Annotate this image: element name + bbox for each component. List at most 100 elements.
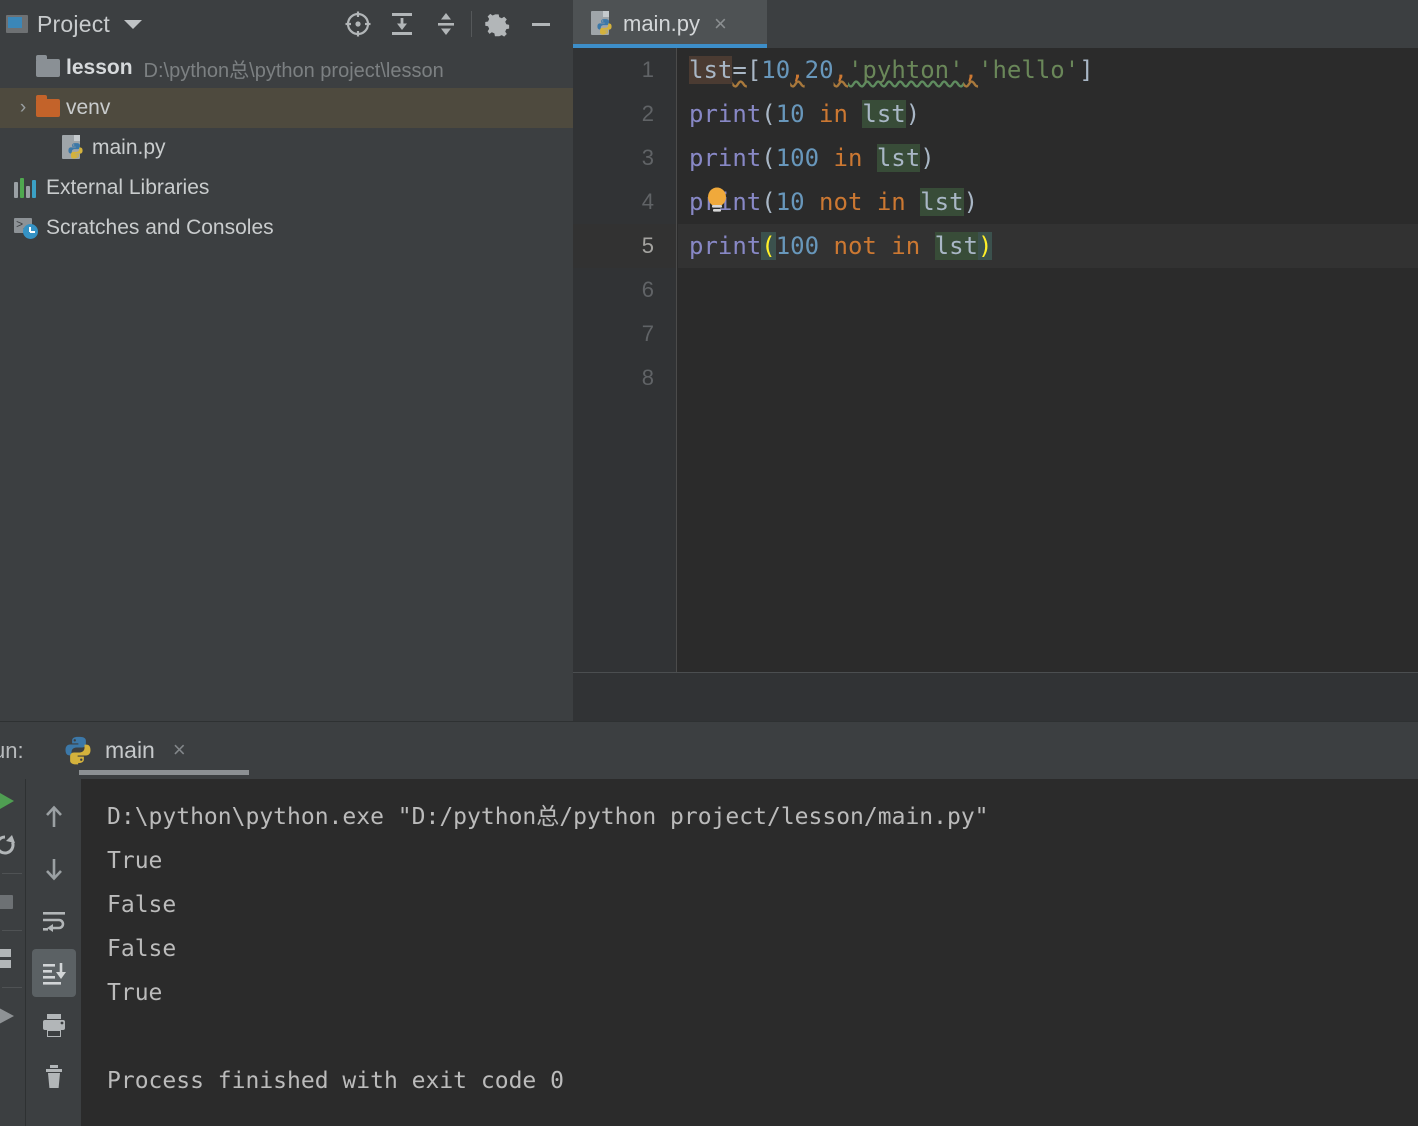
tree-item-label: Scratches and Consoles xyxy=(46,216,274,239)
code-line-5[interactable]: print(100 not in lst) xyxy=(678,224,1418,268)
console-line: False xyxy=(107,892,177,918)
tree-item-venv[interactable]: › venv xyxy=(0,88,573,128)
editor-tab-bar: main.py × xyxy=(573,0,1418,48)
crosshair-target-icon xyxy=(345,11,371,37)
tree-item-scratches-consoles[interactable]: >_ Scratches and Consoles xyxy=(0,208,573,248)
scroll-up-button[interactable] xyxy=(32,793,76,841)
code-editor[interactable]: 1 2 3 4 5 6 7 8 lst=[10,20,'pyhton','hel… xyxy=(573,48,1418,672)
console-line: True xyxy=(107,980,163,1006)
token-number: 20 xyxy=(804,56,834,84)
project-panel-header: Project xyxy=(0,0,573,48)
tree-item-main-py[interactable]: main.py xyxy=(0,128,573,168)
project-title-group[interactable]: Project xyxy=(0,11,142,38)
token-identifier: lst xyxy=(876,144,921,172)
pycharm-window: Project lesson D:\python总\python project… xyxy=(0,0,1418,1126)
console-toolbar xyxy=(25,779,81,1126)
lightbulb-icon[interactable] xyxy=(705,186,729,216)
run-tool-window: un: main × xyxy=(0,721,1418,1126)
minimize-icon xyxy=(532,23,550,26)
line-number: 2 xyxy=(641,101,654,126)
console-line: D:\python\python.exe "D:/python总/python … xyxy=(107,804,989,830)
line-number: 8 xyxy=(641,365,654,390)
token-identifier: lst xyxy=(920,188,964,216)
collapse-all-icon xyxy=(438,13,454,35)
code-line-3[interactable]: print(100 in lst) xyxy=(678,136,1418,180)
tree-item-external-libraries[interactable]: External Libraries xyxy=(0,168,573,208)
project-path-label: D:\python总\python project\lesson xyxy=(143,59,444,82)
scroll-to-end-button[interactable] xyxy=(31,949,76,997)
token-bracket-match: ( xyxy=(761,232,776,260)
console-line: True xyxy=(107,848,163,874)
project-window-icon xyxy=(6,15,28,33)
stop-button[interactable] xyxy=(0,880,24,924)
code-line-4[interactable]: print(10 not in lst) xyxy=(678,180,1418,224)
project-panel-title: Project xyxy=(37,10,110,37)
project-tree: lesson D:\python总\python project\lesson … xyxy=(0,48,573,248)
token-number: 10 xyxy=(775,188,805,216)
code-content[interactable]: lst=[10,20,'pyhton','hello'] print(10 in… xyxy=(678,48,1418,672)
token-bracket: ( xyxy=(761,100,776,128)
code-line-7[interactable] xyxy=(678,312,1418,356)
toolbar-separator xyxy=(471,11,472,37)
chevron-right-icon[interactable]: › xyxy=(10,97,36,119)
token-bracket: [ xyxy=(746,56,762,84)
run-button[interactable] xyxy=(0,779,24,823)
collapse-all-button[interactable] xyxy=(424,4,468,44)
run-panel-header: un: main × xyxy=(0,721,1418,779)
printer-icon xyxy=(42,1014,65,1037)
token-bracket: ) xyxy=(963,188,979,216)
code-line-1[interactable]: lst=[10,20,'pyhton','hello'] xyxy=(678,48,1418,92)
tree-item-label: main.py xyxy=(92,136,166,159)
arrow-down-icon xyxy=(45,859,62,881)
token-function: p xyxy=(689,188,704,216)
token-comma: , xyxy=(790,56,805,84)
folder-orange-icon xyxy=(36,95,66,117)
line-number: 1 xyxy=(641,57,654,82)
folder-gray-icon xyxy=(36,55,66,77)
python-logo-icon xyxy=(68,143,83,159)
print-button[interactable] xyxy=(32,1001,76,1049)
chevron-down-icon[interactable] xyxy=(123,19,142,29)
select-opened-file-button[interactable] xyxy=(336,4,380,44)
token-keyword: not in xyxy=(819,232,935,260)
code-line-8[interactable] xyxy=(678,356,1418,400)
console-output[interactable]: D:\python\python.exe "D:/python总/python … xyxy=(81,779,1418,1126)
rerun-button[interactable] xyxy=(0,823,24,867)
scroll-down-button[interactable] xyxy=(32,845,76,893)
layout-button[interactable] xyxy=(0,937,24,981)
project-panel-actions xyxy=(336,0,563,48)
token-bracket: ] xyxy=(1079,56,1094,84)
token-identifier: lst xyxy=(689,56,733,84)
tree-item-label: External Libraries xyxy=(46,176,210,199)
token-function: print xyxy=(689,232,762,260)
run-tab-main[interactable]: main × xyxy=(45,721,249,779)
run-tab-label: main xyxy=(105,736,155,763)
hide-panel-button[interactable] xyxy=(519,4,563,44)
token-number: 100 xyxy=(775,232,820,260)
settings-button[interactable] xyxy=(475,4,519,44)
divider xyxy=(2,987,22,988)
close-icon[interactable]: × xyxy=(714,13,727,35)
tab-main-py[interactable]: main.py × xyxy=(573,0,767,48)
resume-button[interactable] xyxy=(0,994,24,1038)
soft-wrap-button[interactable] xyxy=(32,897,76,945)
clear-all-button[interactable] xyxy=(32,1053,76,1101)
expand-all-icon xyxy=(392,13,412,35)
token-bracket: ) xyxy=(920,144,935,172)
code-line-6[interactable] xyxy=(678,268,1418,312)
token-number: 10 xyxy=(775,100,805,128)
scratches-consoles-icon: >_ xyxy=(10,217,46,239)
tab-label: main.py xyxy=(623,11,701,36)
python-file-icon xyxy=(591,11,613,37)
token-bracket: ( xyxy=(761,144,776,172)
expand-all-button[interactable] xyxy=(380,4,424,44)
run-play-icon xyxy=(0,793,14,809)
line-number: 7 xyxy=(641,321,654,346)
divider xyxy=(2,873,22,874)
code-line-2[interactable]: print(10 in lst) xyxy=(678,92,1418,136)
tree-item-lesson[interactable]: lesson D:\python总\python project\lesson xyxy=(0,48,573,88)
python-icon xyxy=(65,736,91,765)
close-icon[interactable]: × xyxy=(173,739,186,761)
token-number: 100 xyxy=(775,144,820,172)
